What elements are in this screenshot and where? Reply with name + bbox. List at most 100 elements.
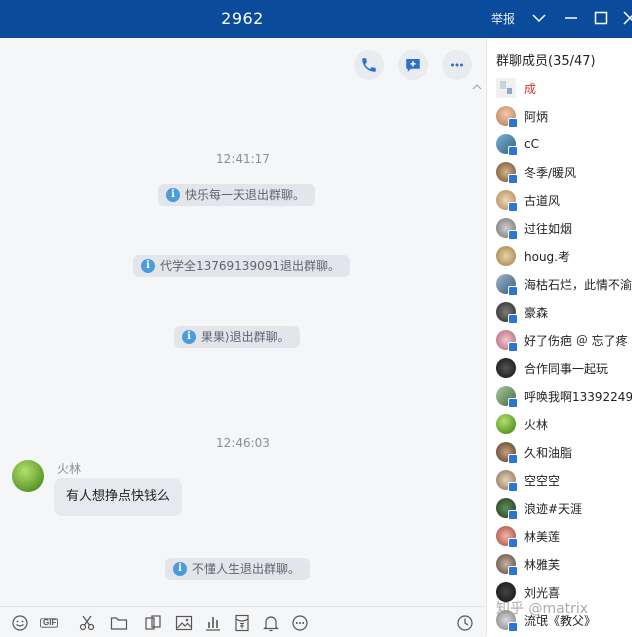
system-message: i 不懂人生退出群聊。 <box>165 558 311 580</box>
emoji-icon[interactable] <box>11 614 29 632</box>
chart-icon[interactable] <box>204 614 222 632</box>
member-avatar <box>496 498 518 520</box>
member-name: 浪迹#天涯 <box>524 501 583 516</box>
member-name: 火林 <box>524 417 549 432</box>
image-icon[interactable] <box>175 614 193 632</box>
member-item[interactable]: 阿炳 <box>496 105 549 128</box>
member-item[interactable]: 林雅芙 <box>496 553 561 576</box>
member-count-title: 群聊成员(35/47) <box>496 54 596 69</box>
timestamp: 12:41:17 <box>216 152 270 166</box>
more-dots-icon <box>451 63 463 67</box>
minimize-icon[interactable] <box>561 8 581 28</box>
close-icon[interactable] <box>620 8 632 28</box>
folder-icon[interactable] <box>110 614 128 632</box>
device-badge-icon <box>508 454 518 464</box>
chat-plus-icon <box>406 59 420 72</box>
member-item[interactable]: 冬季/暖风 <box>496 161 577 184</box>
device-badge-icon <box>508 622 518 632</box>
device-badge-icon <box>508 202 518 212</box>
member-name: houg.考 <box>524 249 570 264</box>
system-message-text: 快乐每一天退出群聊。 <box>185 188 306 202</box>
member-avatar <box>496 442 518 464</box>
maximize-icon[interactable] <box>591 8 611 28</box>
member-avatar <box>496 106 518 128</box>
chat-pane: 12:41:17 i 快乐每一天退出群聊。 i 代学全13769139091退出… <box>0 38 486 606</box>
member-avatar <box>496 330 518 352</box>
device-badge-icon <box>508 566 518 576</box>
member-avatar <box>496 274 518 296</box>
history-clock-icon[interactable] <box>456 614 474 632</box>
phone-icon <box>362 58 376 72</box>
device-badge-icon <box>508 230 518 240</box>
member-name: 豪森 <box>524 305 549 320</box>
input-toolbar: GIF <box>0 606 486 637</box>
member-item[interactable]: 豪森 <box>496 301 549 324</box>
member-avatar <box>496 218 518 240</box>
member-item[interactable]: 呼唤我啊13392249666 <box>496 385 632 408</box>
member-item[interactable]: 好了伤疤 ＠ 忘了疼 <box>496 329 628 352</box>
member-item[interactable]: 成 <box>496 77 536 99</box>
info-icon: i <box>173 562 187 576</box>
member-item[interactable]: 过往如烟 <box>496 217 573 240</box>
member-avatar <box>496 162 518 184</box>
member-item[interactable]: 合作同事一起玩 <box>496 357 608 379</box>
member-item[interactable]: 古道风 <box>496 189 560 212</box>
phone-call-button[interactable] <box>354 50 384 80</box>
scroll-up-icon[interactable] <box>472 82 482 92</box>
member-name: 过往如烟 <box>524 221 573 236</box>
chevron-down-icon[interactable] <box>529 8 549 28</box>
system-message: i 果果⟩退出群聊。 <box>174 326 300 348</box>
member-item[interactable]: 林美莲 <box>496 525 561 548</box>
device-badge-icon <box>508 146 518 156</box>
member-avatar <box>496 526 518 548</box>
member-name: 空空空 <box>524 473 561 488</box>
info-icon: i <box>166 188 180 202</box>
device-badge-icon <box>508 118 518 128</box>
screenshot-icon[interactable] <box>144 614 162 632</box>
device-badge-icon <box>508 342 518 352</box>
member-item[interactable]: 海枯石烂，此情不渝 <box>496 273 632 296</box>
member-item[interactable]: 空空空 <box>496 469 561 492</box>
message-bubble[interactable]: 有人想挣点快钱么 <box>54 478 183 516</box>
member-item[interactable]: cC <box>496 133 539 156</box>
member-avatar <box>496 470 518 492</box>
member-name: 海枯石烂，此情不渝 <box>524 277 632 292</box>
device-badge-icon <box>508 538 518 548</box>
member-avatar <box>496 386 518 408</box>
device-badge-icon <box>508 398 518 408</box>
more-options-icon[interactable] <box>291 614 309 632</box>
system-message: i 代学全13769139091退出群聊。 <box>133 255 350 277</box>
member-avatar <box>496 358 516 378</box>
member-item[interactable]: 浪迹#天涯 <box>496 497 583 520</box>
member-item[interactable]: 火林 <box>496 413 548 435</box>
member-name: 林雅芙 <box>524 557 561 572</box>
member-name: 阿炳 <box>524 109 549 124</box>
member-name: 冬季/暖风 <box>524 165 577 180</box>
member-avatar <box>496 134 518 156</box>
add-chat-button[interactable] <box>398 50 428 80</box>
info-icon: i <box>182 330 196 344</box>
report-button[interactable]: 举报 <box>491 0 515 38</box>
timestamp: 12:46:03 <box>216 436 270 450</box>
member-name: 林美莲 <box>524 529 561 544</box>
bell-icon[interactable] <box>262 614 280 632</box>
member-name: 好了伤疤 ＠ 忘了疼 <box>524 333 628 348</box>
gif-button[interactable]: GIF <box>40 614 66 632</box>
gif-label: GIF <box>43 618 57 627</box>
device-badge-icon <box>508 510 518 520</box>
member-avatar <box>496 414 516 434</box>
member-name: cC <box>524 137 539 151</box>
member-item[interactable]: houg.考 <box>496 245 570 267</box>
sender-avatar[interactable] <box>12 460 44 492</box>
member-avatar <box>496 190 518 212</box>
member-name: 呼唤我啊13392249666 <box>524 389 632 404</box>
system-message-text: 不懂人生退出群聊。 <box>192 562 301 576</box>
member-name: 成 <box>524 81 537 96</box>
device-badge-icon <box>508 314 518 324</box>
scissors-icon[interactable] <box>78 614 96 632</box>
member-avatar <box>496 302 518 324</box>
red-packet-icon[interactable] <box>233 614 251 632</box>
more-button[interactable] <box>442 50 472 80</box>
window-title: 2962 <box>221 9 264 28</box>
member-item[interactable]: 久和油脂 <box>496 441 572 464</box>
